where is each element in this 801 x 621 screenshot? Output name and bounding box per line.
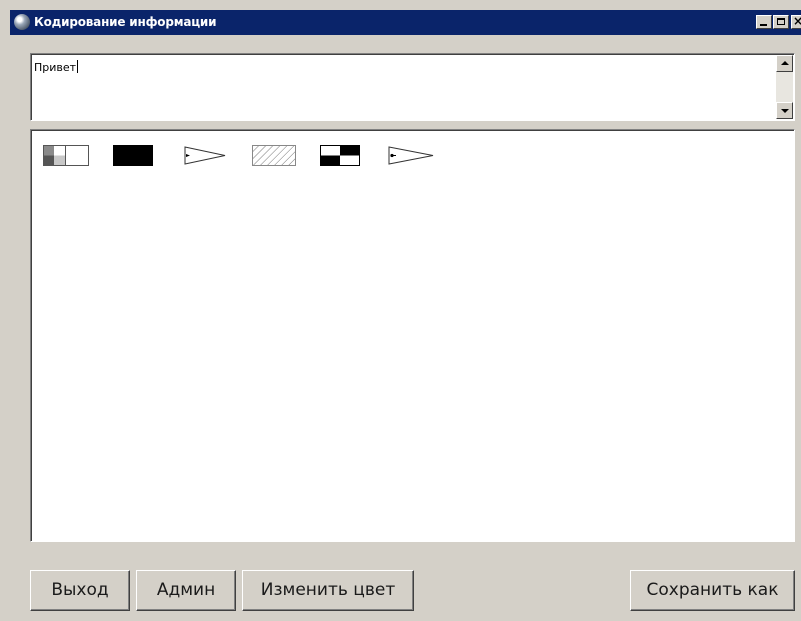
hatched-rectangle-icon [252, 145, 296, 166]
message-text: Привет [34, 60, 79, 74]
arrow-up-icon [781, 61, 789, 65]
triangle-flag-icon [184, 146, 226, 165]
encoding-canvas [30, 129, 795, 542]
maximize-button[interactable] [773, 15, 789, 29]
exit-button[interactable]: Выход [30, 570, 130, 611]
close-icon: × [793, 14, 801, 28]
globe-icon [14, 14, 30, 30]
maximize-icon [777, 18, 785, 25]
minimize-icon [760, 24, 767, 26]
message-text-value: Привет [34, 61, 77, 74]
triangle-flag-dot-icon [388, 146, 434, 165]
window-title: Кодирование информации [34, 15, 217, 29]
main-window: Кодирование информации × Привет Выход Ад… [0, 0, 801, 621]
message-textarea[interactable]: Привет [30, 53, 795, 121]
text-caret [77, 60, 79, 73]
save-as-button[interactable]: Сохранить как [630, 570, 795, 611]
scroll-up-button[interactable] [776, 55, 793, 72]
scroll-down-button[interactable] [776, 102, 793, 119]
solid-black-rectangle-icon [113, 145, 153, 166]
checker-block-icon [320, 145, 360, 166]
admin-button[interactable]: Админ [136, 570, 236, 611]
title-bar[interactable]: Кодирование информации × [10, 10, 801, 35]
close-button[interactable]: × [791, 14, 801, 29]
textarea-scrollbar[interactable] [776, 55, 793, 119]
quadrant-block-icon [43, 145, 89, 166]
arrow-down-icon [781, 109, 789, 113]
change-color-button[interactable]: Изменить цвет [242, 570, 414, 611]
minimize-button[interactable] [756, 15, 772, 29]
